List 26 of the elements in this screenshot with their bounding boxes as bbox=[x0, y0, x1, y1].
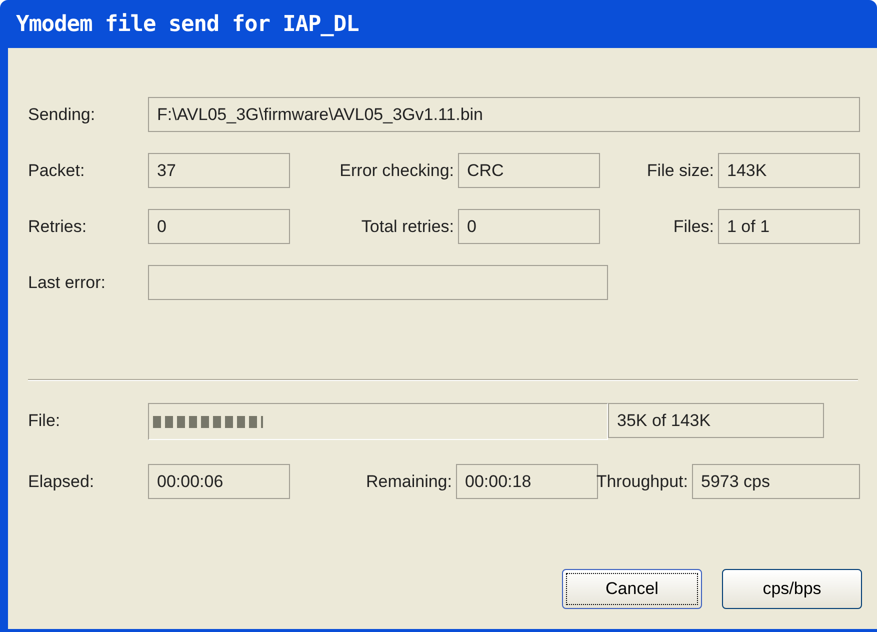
field-label: Throughput: bbox=[598, 470, 689, 493]
field-label: File size: bbox=[646, 160, 715, 182]
readonly-field: 5973 cps bbox=[692, 464, 860, 499]
field-label: Packet: bbox=[28, 160, 86, 182]
field-label: File: bbox=[28, 410, 62, 432]
window-title: Ymodem file send for IAP_DL bbox=[15, 10, 360, 38]
readonly-field: F:\AVL05_3G\firmware\AVL05_3Gv1.11.bin bbox=[148, 97, 860, 132]
readonly-field: 1 of 1 bbox=[718, 209, 860, 244]
field-label: Error checking: bbox=[338, 160, 455, 182]
readonly-field: 00:00:06 bbox=[148, 464, 290, 499]
readonly-field: 0 bbox=[458, 209, 600, 244]
dialog-button[interactable]: cps/bps bbox=[722, 569, 862, 609]
readonly-field: CRC bbox=[458, 153, 600, 188]
field-label: Remaining: bbox=[365, 470, 453, 493]
field-label: Total retries: bbox=[360, 216, 455, 238]
dialog-button[interactable]: Cancel bbox=[562, 569, 702, 609]
field-label: Last error: bbox=[28, 272, 106, 294]
field-label: Files: bbox=[672, 216, 715, 238]
field-label: Elapsed: bbox=[28, 470, 96, 493]
readonly-field: 00:00:18 bbox=[456, 464, 598, 499]
field-label: Sending: bbox=[28, 104, 96, 126]
readonly-field: 37 bbox=[148, 153, 290, 188]
readonly-field: 35K of 143K bbox=[608, 403, 824, 438]
readonly-field: 0 bbox=[148, 209, 290, 244]
field-label: Retries: bbox=[28, 216, 88, 238]
readonly-field: 143K bbox=[718, 153, 860, 188]
